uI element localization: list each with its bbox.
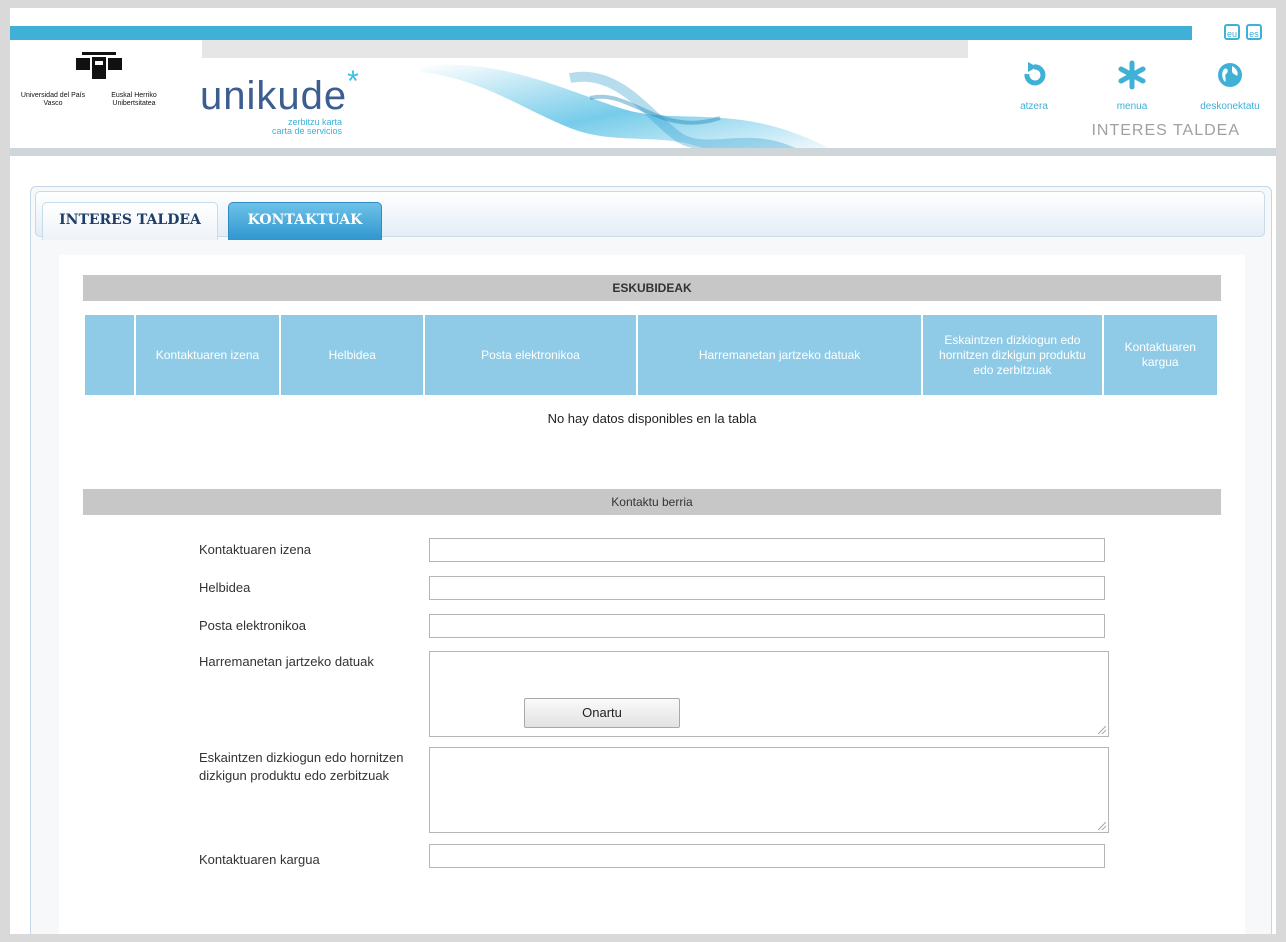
tab-interes-taldea[interactable]: INTERES TALDEA xyxy=(42,202,218,240)
contact-data-label: Harremanetan jartzeko datuak xyxy=(199,654,374,669)
university-name-eu: Euskal Herriko Unibertsitatea xyxy=(111,92,157,107)
decorative-wave-image xyxy=(420,64,840,156)
tab-kontaktuak[interactable]: KONTAKTUAK xyxy=(228,202,382,240)
nav-logout-button[interactable]: deskonektatu xyxy=(1188,60,1272,112)
brand-subtitle-es: carta de servicios xyxy=(271,126,342,136)
empty-table-message: No hay datos disponibles en la tabla xyxy=(547,411,757,426)
new-contact-title: Kontaktu berria xyxy=(83,489,1221,515)
address-label: Helbidea xyxy=(199,580,251,595)
products-textarea[interactable] xyxy=(429,747,1109,833)
nav-menu-button[interactable]: menua xyxy=(1100,60,1164,112)
nav-logout-label: deskonektatu xyxy=(1200,101,1260,112)
name-label: Kontaktuaren izena xyxy=(199,542,312,557)
column-header-address[interactable]: Helbidea xyxy=(281,315,424,395)
header-secondary-bar xyxy=(202,40,968,58)
email-label: Posta elektronikoa xyxy=(199,618,306,633)
snowflake-menu-icon xyxy=(1118,60,1146,90)
nav-back-button[interactable]: atzera xyxy=(1002,60,1066,112)
brand-star: * xyxy=(347,65,360,98)
tabs-panel: INTERES TALDEA KONTAKTUAK ESKUBIDEAK Kon… xyxy=(30,186,1272,934)
column-header-role[interactable]: Kontaktuaren kargua xyxy=(1103,315,1217,395)
header-accent-bar xyxy=(10,26,1192,40)
section-title: INTERES TALDEA xyxy=(1091,122,1240,139)
resize-handle-icon[interactable] xyxy=(1098,726,1106,734)
university-logo: Universidad del País Vasco Euskal Herrik… xyxy=(20,48,180,118)
brand-name: unikude xyxy=(200,74,348,118)
resize-handle-icon[interactable] xyxy=(1098,822,1106,830)
language-eu-button[interactable]: eu xyxy=(1224,24,1240,40)
name-input[interactable] xyxy=(429,538,1105,562)
browser-page: eu es Universidad del País Vasco Euskal … xyxy=(10,8,1276,934)
column-header-name[interactable]: Kontaktuaren izena xyxy=(135,315,280,395)
nav-back-label: atzera xyxy=(1020,101,1048,112)
back-arrow-icon xyxy=(1024,62,1046,86)
header-bottom-border xyxy=(10,148,1276,156)
university-emblem-icon xyxy=(76,52,122,79)
tab-bar: INTERES TALDEA KONTAKTUAK xyxy=(35,191,1265,240)
language-es-button[interactable]: es xyxy=(1246,24,1262,40)
column-header-products[interactable]: Eskaintzen dizkiogun edo hornitzen dizki… xyxy=(923,315,1102,395)
brand-logo: unikude* xyxy=(200,65,360,119)
rights-table-title: ESKUBIDEAK xyxy=(83,275,1221,301)
submit-button[interactable]: Onartu xyxy=(524,698,680,728)
products-label: Eskaintzen dizkiogun edo hornitzen dizki… xyxy=(199,750,404,783)
address-input[interactable] xyxy=(429,576,1105,600)
brand-subtitle: zerbitzu karta carta de servicios xyxy=(232,118,342,136)
column-header-contact-data[interactable]: Harremanetan jartzeko datuak xyxy=(637,315,922,395)
table-header-row: Kontaktuaren izena Helbidea Posta elektr… xyxy=(85,315,1217,395)
contacts-table: Kontaktuaren izena Helbidea Posta elektr… xyxy=(83,315,1219,395)
globe-icon xyxy=(1218,63,1242,87)
column-header-email[interactable]: Posta elektronikoa xyxy=(425,315,636,395)
tab-content: ESKUBIDEAK Kontaktuaren izena Helbidea P… xyxy=(59,255,1245,934)
email-input[interactable] xyxy=(429,614,1105,638)
role-label: Kontaktuaren kargua xyxy=(199,852,320,867)
nav-menu-label: menua xyxy=(1116,101,1148,112)
site-header: eu es Universidad del País Vasco Euskal … xyxy=(10,8,1276,156)
column-header-select[interactable] xyxy=(85,315,134,395)
university-name-es: Universidad del País Vasco xyxy=(20,92,86,107)
role-input[interactable] xyxy=(429,844,1105,868)
